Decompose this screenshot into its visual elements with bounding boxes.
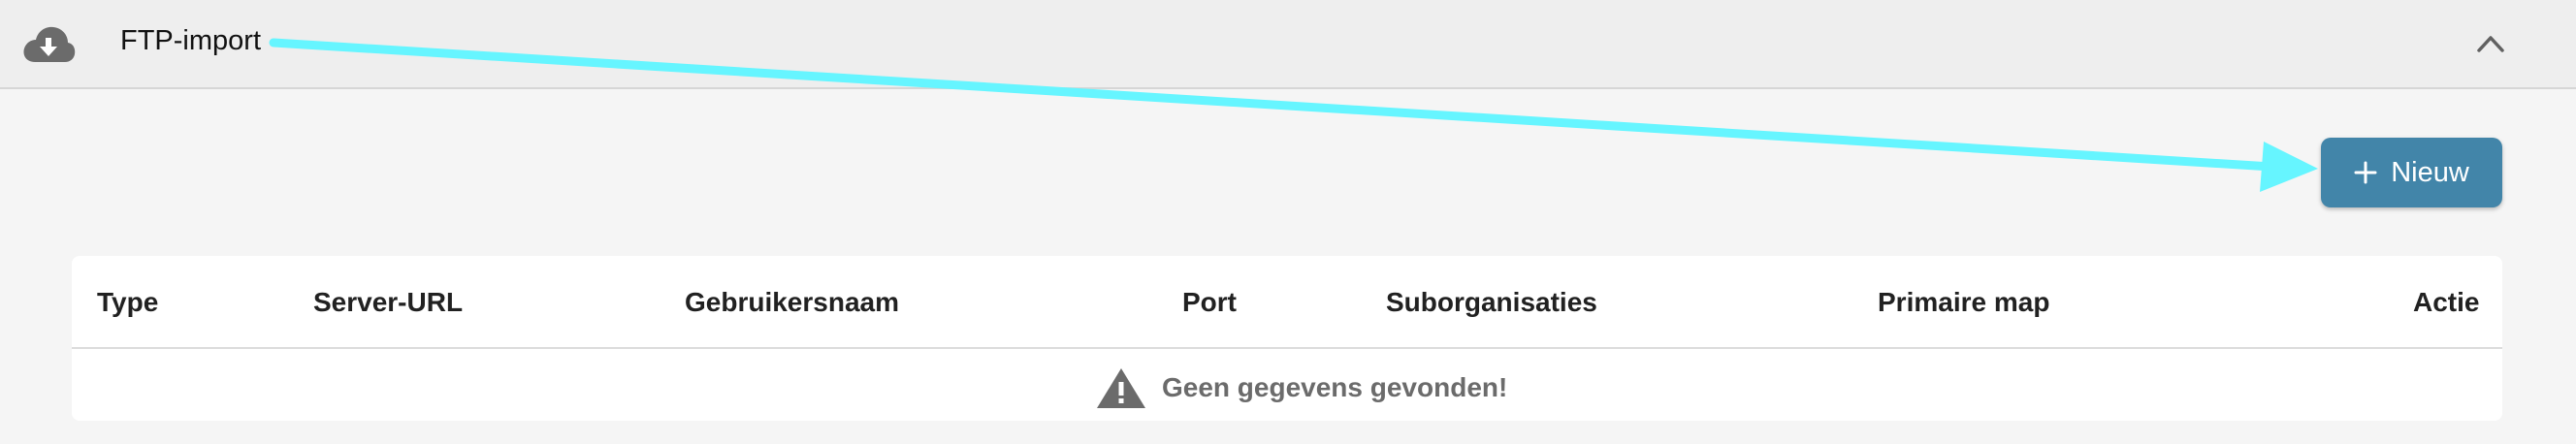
empty-message: Geen gegevens gevonden! [1162,372,1508,402]
column-header-server-url[interactable]: Server-URL [313,283,463,322]
column-header-username[interactable]: Gebruikersnaam [685,283,899,322]
new-button-label: Nieuw [2391,156,2469,188]
table-header-divider [72,347,2502,349]
column-header-action: Actie [2413,287,2480,317]
panel-title: FTP-import [120,25,261,56]
plus-icon [2354,161,2377,184]
ftp-table: Type Server-URL Gebruikersnaam Port Subo… [72,256,2502,421]
column-header-primary-folder[interactable]: Primaire map [1878,283,2049,322]
new-button[interactable]: Nieuw [2321,138,2502,207]
warning-icon [1097,368,1145,408]
column-header-type[interactable]: Type [97,283,158,322]
column-header-port[interactable]: Port [1182,283,1237,322]
panel-header[interactable]: FTP-import [0,0,2576,89]
column-header-suborganisations[interactable]: Suborganisaties [1386,283,1597,322]
empty-state: Geen gegevens gevonden! [1096,366,1507,409]
chevron-up-icon[interactable] [2475,29,2506,56]
cloud-download-icon [23,26,76,62]
